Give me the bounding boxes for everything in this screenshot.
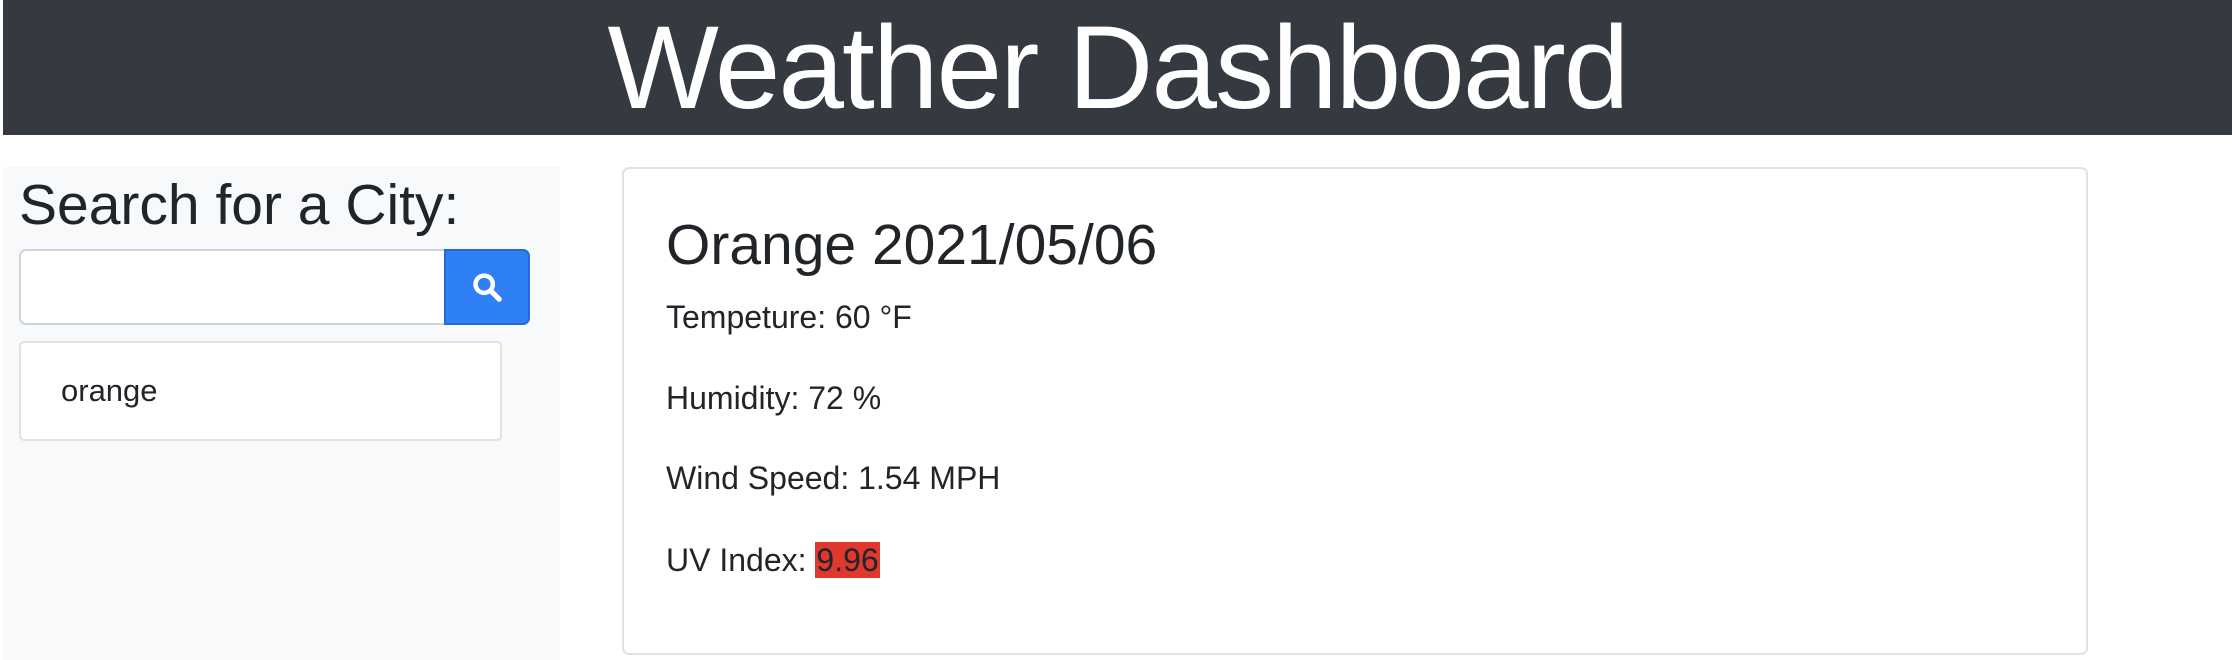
page-header: Weather Dashboard [3,0,2232,135]
search-heading: Search for a City: [19,173,460,237]
uv-index-badge: 9.96 [815,542,880,578]
current-weather-card: Orange 2021/05/06 Tempeture: 60 °F Humid… [622,167,2088,655]
search-button[interactable] [444,249,530,325]
city-search-input[interactable] [19,249,444,325]
current-city-date: Orange 2021/05/06 [666,213,1158,277]
temperature-text: Tempeture: 60 °F [666,299,912,335]
uv-index-label: UV Index: [666,542,807,578]
humidity-text: Humidity: 72 % [666,380,882,416]
page-title: Weather Dashboard [607,1,1630,134]
history-item-orange[interactable]: orange [19,341,502,441]
search-icon [473,273,502,302]
wind-speed-text: Wind Speed: 1.54 MPH [666,460,1001,496]
search-sidebar: Search for a City: orange [3,167,560,660]
search-history-list: orange [19,341,502,441]
uv-index-line: UV Index: 9.96 [666,541,880,579]
search-group [19,249,530,325]
